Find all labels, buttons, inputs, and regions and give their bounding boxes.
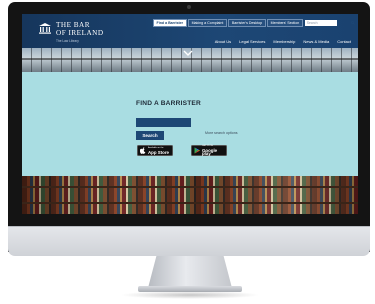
building-icon [39,23,51,34]
app-store-badge[interactable]: Available on the App Store [137,145,173,156]
top-link-find-a-barrister[interactable]: Find a Barrister [153,19,187,28]
nav-item-legal-services[interactable]: Legal Services [239,39,265,44]
nav-item-contact[interactable]: Contact [337,39,351,44]
nav-item-news-media[interactable]: News & Media [303,39,329,44]
search-icon[interactable] [350,20,355,26]
bookshelf-lighting [22,176,358,214]
site-header: THE BAR OF IRELAND The Law Library Find … [22,14,358,48]
utility-links: Find a Barrister Making a Complaint Barr… [153,19,355,28]
find-a-barrister-panel: FIND A BARRISTER Search More search opti… [22,72,358,176]
chevron-down-icon[interactable] [182,49,194,57]
shelf-board [22,186,358,188]
site-logo[interactable]: THE BAR OF IRELAND The Law Library [38,21,104,43]
imac-chin [8,226,370,256]
more-search-options-link[interactable]: More search options [205,131,238,135]
finder-title: FIND A BARRISTER [136,100,201,107]
screen: THE BAR OF IRELAND The Law Library Find … [22,14,358,214]
top-link-barristers-desktop[interactable]: Barrister's Desktop [228,19,266,28]
chevron-glyph [183,50,193,56]
brand-tagline: The Law Library [56,39,79,43]
google-play-badge[interactable]: GET IT ON Google play [191,145,227,156]
search-input[interactable] [305,20,351,27]
hero-beam [22,58,358,60]
nav-item-membership[interactable]: Membership [273,39,295,44]
floor-shadow [120,291,260,299]
play-icon [194,147,200,154]
brand-name-line2: OF IRELAND [56,28,104,37]
imac-stand [148,256,232,288]
google-play-big-text: Google play [202,147,218,157]
hero-image [22,48,358,72]
magnifier-glyph [350,21,355,26]
apple-icon [140,147,146,154]
site-search [305,20,355,27]
top-link-members-section[interactable]: Members' Section [267,19,303,28]
main-nav: About Us Legal Services Membership News … [207,39,351,44]
nav-item-about-us[interactable]: About Us [215,39,231,44]
shelf-board [22,202,358,204]
app-store-big-text: App Store [148,149,169,155]
search-button[interactable]: Search [136,131,164,140]
camera [187,5,191,9]
barrister-name-input[interactable] [136,118,191,127]
top-link-making-a-complaint[interactable]: Making a Complaint [188,19,227,28]
